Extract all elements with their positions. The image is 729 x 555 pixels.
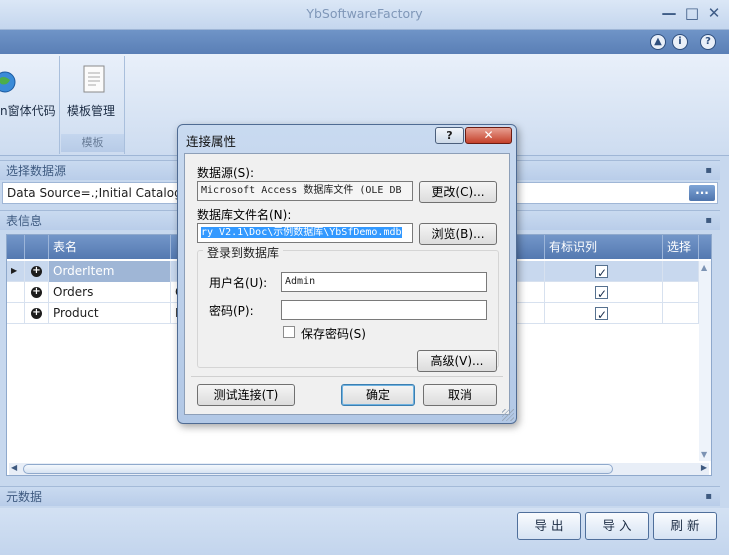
window-titlebar: YbSoftwareFactory — □ ✕ [0, 0, 729, 30]
dialog-divider [191, 376, 503, 377]
save-password-label[interactable]: 保存密码(S) [301, 325, 366, 342]
ribbon-item-template-label[interactable]: 模板管理 [67, 102, 115, 119]
identity-checkbox[interactable] [595, 263, 608, 282]
test-connection-button[interactable]: 测试连接(T) [197, 384, 295, 406]
table-panel-title: 表信息 [6, 214, 43, 228]
identity-checkbox[interactable] [595, 305, 608, 324]
grid-col-identity[interactable]: 有标识列 [545, 235, 663, 259]
login-group-label: 登录到数据库 [203, 244, 284, 261]
scroll-up-icon[interactable]: ▲ [701, 263, 707, 272]
ribbon-group-template: 模板管理 模板 [61, 56, 125, 154]
resize-grip-icon[interactable] [502, 409, 514, 421]
globe-icon[interactable] [0, 68, 20, 98]
datasource-value: Data Source=.;Initial Catalog= [7, 186, 192, 200]
grid-col-tablename[interactable]: 表名 [49, 235, 171, 259]
dialog-title: 连接属性 [186, 134, 237, 149]
row-name: OrderItem [49, 261, 171, 282]
scroll-right-icon[interactable]: ▶ [701, 463, 707, 472]
grid-expand-header [25, 235, 49, 259]
close-button[interactable]: ✕ [704, 4, 724, 22]
password-label: 密码(P): [209, 304, 254, 318]
refresh-button[interactable]: 刷 新 [653, 512, 717, 540]
horizontal-scroll-thumb[interactable] [23, 464, 613, 474]
maximize-button[interactable]: □ [682, 4, 702, 22]
cancel-button[interactable]: 取消 [423, 384, 497, 406]
row-indicator-icon: ▶ [7, 261, 25, 282]
collapse-icon[interactable]: ▲ [650, 34, 666, 50]
datasource-browse-button[interactable]: ... [689, 184, 715, 201]
grid-col-select[interactable]: 选择 [663, 235, 699, 259]
advanced-button[interactable]: 高级(V)... [417, 350, 497, 372]
username-label: 用户名(U): [209, 276, 268, 290]
export-button[interactable]: 导 出 [517, 512, 581, 540]
template-icon[interactable] [81, 64, 107, 94]
filename-value: ry V2.1\Doc\示例数据库\YbSfDemo.mdb [201, 227, 402, 238]
datasource-label: 数据源(S): [197, 166, 255, 180]
vertical-scrollbar[interactable]: ▲ ▼ [699, 261, 711, 461]
pin-icon[interactable]: ▪ [705, 161, 712, 181]
info-icon[interactable]: i [672, 34, 688, 50]
filename-input[interactable]: ry V2.1\Doc\示例数据库\YbSfDemo.mdb [197, 223, 413, 243]
metadata-panel-title: 元数据 [6, 490, 43, 504]
dialog-close-button[interactable]: ✕ [465, 127, 512, 144]
ribbon-item-code-label[interactable]: n窗体代码 [0, 102, 56, 119]
username-input[interactable]: Admin [281, 272, 487, 292]
identity-checkbox[interactable] [595, 284, 608, 303]
datasource-input[interactable]: Microsoft Access 数据库文件 (OLE DB [197, 181, 413, 201]
scroll-left-icon[interactable]: ◀ [11, 463, 17, 472]
minimize-button[interactable]: — [659, 4, 679, 22]
pin-icon[interactable]: ▪ [705, 487, 712, 507]
dialog-body: 数据源(S): Microsoft Access 数据库文件 (OLE DB 更… [184, 153, 510, 415]
filename-label: 数据库文件名(N): [197, 208, 292, 222]
dialog-help-button[interactable]: ? [435, 127, 464, 144]
row-name: Orders [49, 282, 171, 303]
row-name: Product [49, 303, 171, 324]
connection-properties-dialog: 连接属性 ? ✕ 数据源(S): Microsoft Access 数据库文件 … [177, 124, 517, 424]
scroll-down-icon[interactable]: ▼ [701, 450, 707, 459]
ribbon-group-code: n窗体代码 [0, 56, 60, 154]
metadata-panel-header: 元数据 ▪ [0, 486, 720, 506]
datasource-panel-title: 选择数据源 [6, 164, 67, 178]
change-button[interactable]: 更改(C)... [419, 181, 497, 203]
expand-icon[interactable]: + [31, 308, 42, 319]
window-title: YbSoftwareFactory [306, 6, 423, 21]
help-icon[interactable]: ? [700, 34, 716, 50]
horizontal-scrollbar[interactable]: ◀ ▶ [9, 463, 709, 475]
ribbon-group-label: 模板 [61, 134, 124, 152]
password-input[interactable] [281, 300, 487, 320]
import-button[interactable]: 导 入 [585, 512, 649, 540]
ok-button[interactable]: 确定 [341, 384, 415, 406]
bottom-bar: 导 出 导 入 刷 新 [0, 508, 729, 555]
quick-toolbar: ▲ i ? [0, 30, 729, 54]
grid-indicator-header [7, 235, 25, 259]
save-password-checkbox[interactable] [283, 326, 295, 338]
expand-icon[interactable]: + [31, 287, 42, 298]
browse-button[interactable]: 浏览(B)... [419, 223, 497, 245]
pin-icon[interactable]: ▪ [705, 211, 712, 231]
expand-icon[interactable]: + [31, 266, 42, 277]
